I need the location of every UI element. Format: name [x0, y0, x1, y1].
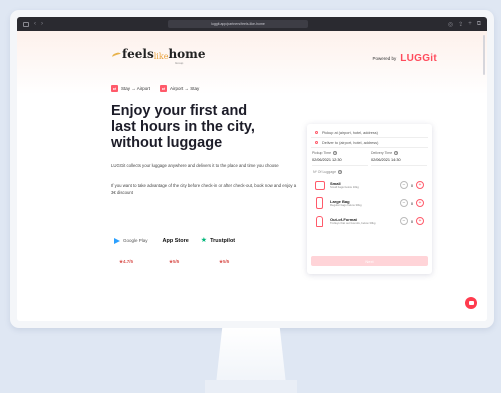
luggage-desc: Trolleys that out bounds, below 30kg: [330, 220, 376, 225]
google-play-icon: [114, 237, 120, 244]
luggage-row-out-of-format: Out-of-Format Trolleys that out bounds, …: [311, 214, 428, 228]
page-scrollbar[interactable]: [483, 35, 485, 75]
quantity-value: 0: [410, 182, 414, 188]
apple-rating: ★5/5: [169, 259, 180, 264]
address-bar[interactable]: luggit.app/partners/feels-like-home: [168, 20, 308, 28]
reader-icon[interactable]: ◎: [448, 21, 453, 28]
increment-button[interactable]: +: [416, 217, 424, 225]
tabs-icon[interactable]: ⧉: [477, 21, 481, 28]
hero-paragraph-2: If you want to take advantage of the cit…: [111, 183, 297, 195]
hero-headline: Enjoy your first and last hours in the c…: [111, 103, 255, 151]
google-play-badge[interactable]: Google Play: [114, 237, 148, 244]
deliver-pin-icon: [315, 141, 318, 144]
decrement-button[interactable]: −: [400, 217, 408, 225]
booking-card: Pickup at (airport, hotel, address) Deli…: [307, 124, 432, 274]
direction-toggle: ⇄ Stay → Airport ⇄ Airport → Stay: [111, 85, 199, 92]
next-button[interactable]: Next: [311, 256, 428, 266]
chat-icon: [468, 301, 474, 305]
trustpilot-rating: ★5/5: [219, 259, 230, 264]
trustpilot-badge[interactable]: ★ Trustpilot: [201, 237, 235, 244]
luggage-title-label: Nº Of Luggage: [313, 170, 337, 174]
airport-to-stay-icon: ⇄: [160, 85, 168, 92]
toggle-airport-to-stay[interactable]: ⇄ Airport → Stay: [160, 85, 199, 92]
store-badges: Google Play App Store ★ Trustpilot: [114, 237, 235, 244]
luggage-desc: Regular bags below 30kg: [330, 202, 362, 207]
toggle-label-1: Stay → Airport: [121, 86, 151, 91]
decrement-button[interactable]: −: [400, 181, 408, 189]
luggage-title: Nº Of Luggage ?: [313, 170, 428, 174]
back-icon[interactable]: ‹: [34, 21, 36, 27]
quantity-value: 0: [410, 200, 414, 206]
web-page: feels like home Group Powered by LUGGit …: [17, 31, 487, 321]
small-bag-icon: [315, 180, 325, 190]
browser-toolbar: ‹ › luggit.app/partners/feels-like-home …: [17, 17, 487, 31]
ratings-row: ★4.7/5 ★5/5 ★5/5: [119, 259, 269, 265]
logo-word-feels: feels: [122, 47, 154, 61]
large-bag-icon: [316, 197, 323, 209]
time-row: Pickup Time ? 02/06/2021 12:30 Delivery …: [311, 151, 428, 166]
app-store-badge[interactable]: App Store: [160, 238, 189, 244]
pickup-pin-icon: [315, 131, 318, 134]
google-rating: ★4.7/5: [119, 259, 134, 264]
delivery-time-label: Delivery Time: [371, 151, 393, 155]
stay-to-airport-icon: ⇄: [111, 85, 118, 92]
trustpilot-label: Trustpilot: [210, 237, 236, 244]
pickup-time-field[interactable]: Pickup Time ? 02/06/2021 12:30: [312, 151, 368, 166]
trustpilot-star-icon: ★: [200, 237, 208, 244]
sidebar-toggle-icon[interactable]: [23, 21, 29, 27]
new-tab-icon[interactable]: +: [468, 21, 472, 28]
pickup-time-label: Pickup Time: [312, 151, 332, 155]
monitor-frame: ‹ › luggit.app/partners/feels-like-home …: [10, 10, 494, 328]
deliver-placeholder: Deliver to (airport, hotel, address): [322, 140, 379, 145]
decrement-button[interactable]: −: [400, 199, 408, 207]
toggle-label-2: Airport → Stay: [170, 86, 200, 91]
chat-button[interactable]: [465, 297, 477, 309]
powered-by: Powered by LUGGit: [372, 53, 437, 64]
app-store-label: App Store: [162, 237, 189, 244]
powered-by-label: Powered by: [372, 56, 397, 61]
logo-word-home: home: [168, 47, 206, 61]
logo-swoosh-icon: [111, 51, 121, 61]
help-icon[interactable]: ?: [338, 170, 343, 174]
screen: ‹ › luggit.app/partners/feels-like-home …: [17, 17, 487, 321]
trolley-icon: [316, 215, 323, 227]
increment-button[interactable]: +: [416, 181, 424, 189]
luggage-row-large: Large Bag Regular bags below 30kg − 0 +: [311, 196, 428, 210]
luggage-row-small: Small Small bags below 10kg − 0 +: [311, 178, 428, 192]
hero-paragraph-1: LUGGit collects your luggage anywhere an…: [111, 163, 279, 168]
forward-icon[interactable]: ›: [41, 21, 43, 27]
pickup-placeholder: Pickup at (airport, hotel, address): [322, 130, 378, 135]
deliver-input[interactable]: Deliver to (airport, hotel, address): [311, 138, 428, 148]
luggage-desc: Small bags below 10kg: [330, 184, 359, 189]
google-play-label: Google Play: [123, 238, 148, 243]
luggit-logo[interactable]: LUGGit: [400, 53, 437, 64]
logo-word-like: like: [153, 52, 169, 61]
pickup-input[interactable]: Pickup at (airport, hotel, address): [311, 128, 428, 138]
share-icon[interactable]: ⇪: [458, 21, 463, 28]
delivery-time-field[interactable]: Delivery Time ? 02/06/2021 14:30: [371, 151, 427, 166]
quantity-value: 0: [410, 218, 414, 224]
quantity-stepper: − 0 +: [400, 181, 424, 189]
increment-button[interactable]: +: [416, 199, 424, 207]
pickup-time-value[interactable]: 02/06/2021 12:30: [312, 155, 368, 166]
monitor-stand-base: [205, 380, 297, 393]
logo-subtitle: Group: [175, 61, 184, 65]
quantity-stepper: − 0 +: [400, 217, 424, 225]
quantity-stepper: − 0 +: [400, 199, 424, 207]
feels-like-home-logo[interactable]: feels like home: [111, 47, 206, 61]
toggle-stay-to-airport[interactable]: ⇄ Stay → Airport: [111, 85, 150, 92]
delivery-time-value[interactable]: 02/06/2021 14:30: [371, 155, 427, 166]
